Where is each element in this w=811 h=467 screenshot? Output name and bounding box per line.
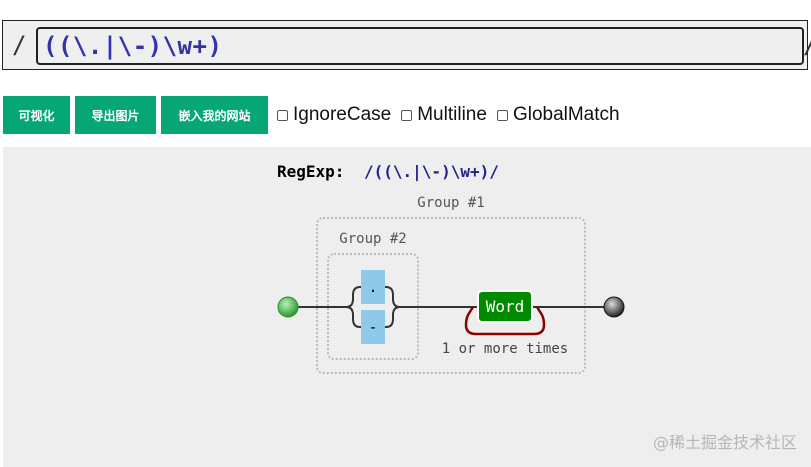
export-image-button[interactable]: 导出图片 xyxy=(75,96,156,134)
ignorecase-label: IgnoreCase xyxy=(293,104,392,125)
regex-input[interactable] xyxy=(36,27,804,65)
literal-dash-label: - xyxy=(368,318,377,336)
end-node xyxy=(603,296,625,318)
branch-left-bottom xyxy=(345,306,361,328)
branch-right-top xyxy=(385,286,401,308)
multiline-checkbox[interactable] xyxy=(401,109,413,121)
group1-label: Group #1 xyxy=(417,195,484,211)
globalmatch-label: GlobalMatch xyxy=(512,104,620,125)
group2-label: Group #2 xyxy=(339,231,406,247)
multiline-label: Multiline xyxy=(417,104,487,125)
embed-site-button[interactable]: 嵌入我的网站 xyxy=(161,96,268,134)
globalmatch-option[interactable]: GlobalMatch xyxy=(496,104,626,126)
toolbar: 可视化 导出图片 嵌入我的网站 IgnoreCase Multiline Glo… xyxy=(3,96,626,134)
ignorecase-option[interactable]: IgnoreCase xyxy=(277,104,397,126)
regex-left-delimiter: / xyxy=(12,31,27,59)
globalmatch-checkbox[interactable] xyxy=(496,109,508,121)
regex-bar: / / xyxy=(2,20,811,70)
regex-right-delimiter: / xyxy=(803,31,811,59)
diagram-title-regex: /((\.|\-)\w+)/ xyxy=(364,162,499,182)
regex-railroad-diagram: RegExp: /((\.|\-)\w+)/ Group #1 Group #2… xyxy=(277,162,625,374)
word-node-label: Word xyxy=(486,297,525,316)
branch-right-bottom xyxy=(385,306,401,328)
literal-dot-label: . xyxy=(368,278,377,296)
branch-left-top xyxy=(345,286,361,308)
start-node xyxy=(277,296,299,318)
ignorecase-checkbox[interactable] xyxy=(277,109,288,121)
repeat-label: 1 or more times xyxy=(442,341,568,357)
diagram-canvas: RegExp: /((\.|\-)\w+)/ Group #1 Group #2… xyxy=(3,147,811,467)
diagram-title-prefix: RegExp: xyxy=(277,162,344,181)
watermark: @稀土掘金技术社区 xyxy=(652,433,797,452)
visualize-button[interactable]: 可视化 xyxy=(3,96,70,134)
multiline-option[interactable]: Multiline xyxy=(401,104,493,126)
